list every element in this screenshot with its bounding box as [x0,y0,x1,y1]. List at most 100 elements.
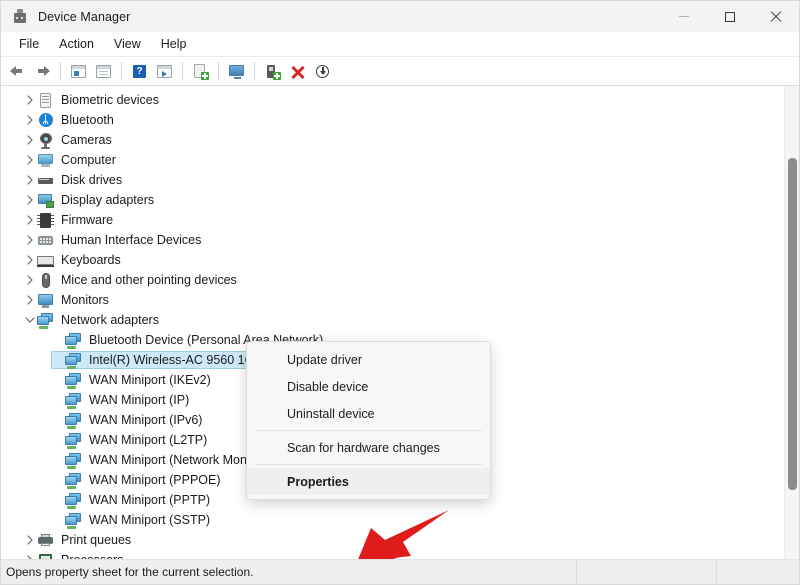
tree-item-label: Firmware [61,213,114,227]
tree-item-label: Bluetooth [61,113,114,127]
status-panel-3 [716,560,799,584]
tree-item[interactable]: WAN Miniport (SSTP) [1,510,784,530]
tree-item[interactable]: Human Interface Devices [1,230,784,250]
properties-button[interactable] [91,59,116,83]
toolbar-separator [254,62,255,80]
bluetooth-icon: ᛦ [37,112,54,129]
network-adapter-icon [65,432,82,449]
network-adapter-icon [65,352,82,369]
tree-item[interactable]: Firmware [1,210,784,230]
keyboard-icon [37,252,54,269]
tree-item[interactable]: Network adapters [1,310,784,330]
chevron-right-icon[interactable] [23,170,37,190]
tree-item[interactable]: Processors [1,550,784,559]
tree-item-label: Keyboards [61,253,121,267]
ctx-scan-hardware[interactable]: Scan for hardware changes [247,434,490,461]
help-button[interactable]: ? [127,59,152,83]
disable-device-icon [314,63,331,80]
biometric-icon [37,92,54,109]
chevron-right-icon[interactable] [23,250,37,270]
chevron-right-icon[interactable] [23,290,37,310]
chevron-right-icon[interactable] [23,230,37,250]
forward-button[interactable] [30,59,55,83]
context-menu: Update driver Disable device Uninstall dev… [246,341,491,500]
scan-hardware-icon [228,63,245,80]
scan-hardware-changes-button[interactable] [224,59,249,83]
tree-item-label: WAN Miniport (IP) [89,393,190,407]
chevron-right-icon[interactable] [23,110,37,130]
context-menu-separator [255,464,482,465]
properties-window-icon [95,63,112,80]
menu-file[interactable]: File [9,34,49,54]
menu-view[interactable]: View [104,34,151,54]
update-driver-button[interactable] [188,59,213,83]
show-hide-console-tree-button[interactable] [66,59,91,83]
scrollbar-thumb[interactable] [788,158,797,490]
status-panel-2 [576,560,716,584]
tree-item-label: Processors [61,553,128,559]
tree-item[interactable]: Cameras [1,130,784,150]
back-button[interactable] [5,59,30,83]
tree-item[interactable]: Display adapters [1,190,784,210]
printer-icon [37,532,54,549]
tree-item[interactable]: Mice and other pointing devices [1,270,784,290]
device-manager-icon [11,8,29,26]
context-menu-label: Uninstall device [287,406,375,421]
menu-help[interactable]: Help [151,34,197,54]
chevron-right-icon[interactable] [23,210,37,230]
device-tree-pane: Biometric devices ᛦ Bluetooth Cameras Comput… [1,86,799,559]
ctx-uninstall-device[interactable]: Uninstall device [247,400,490,427]
tree-item-label: WAN Miniport (PPTP) [89,493,211,507]
tree-item[interactable]: ᛦ Bluetooth [1,110,784,130]
chevron-right-icon[interactable] [23,530,37,550]
chevron-right-icon[interactable] [23,270,37,290]
tree-item[interactable]: Biometric devices [1,90,784,110]
tree-item-label: WAN Miniport (IPv6) [89,413,203,427]
enable-device-button[interactable] [260,59,285,83]
chevron-right-icon[interactable] [23,130,37,150]
tree-item[interactable]: Monitors [1,290,784,310]
tree-item[interactable]: Computer [1,150,784,170]
network-adapter-icon [65,472,82,489]
arrow-left-icon [9,63,26,80]
toolbar: ? [1,57,799,86]
vertical-scrollbar[interactable] [784,86,799,559]
show-hide-action-pane-button[interactable] [152,59,177,83]
tree-item-label: Print queues [61,533,132,547]
chevron-right-icon[interactable] [23,550,37,559]
camera-icon [37,132,54,149]
menu-action[interactable]: Action [49,34,104,54]
context-menu-label: Disable device [287,379,369,394]
chevron-down-icon[interactable] [23,310,37,330]
tree-item[interactable]: Disk drives [1,170,784,190]
chevron-right-icon[interactable] [23,150,37,170]
ctx-disable-device[interactable]: Disable device [247,373,490,400]
network-adapter-icon [65,412,82,429]
ctx-update-driver[interactable]: Update driver [247,346,490,373]
tree-item-label: WAN Miniport (PPPOE) [89,473,221,487]
network-adapter-icon [65,392,82,409]
uninstall-device-button[interactable] [285,59,310,83]
window-title: Device Manager [38,9,131,24]
tree-item-label: WAN Miniport (SSTP) [89,513,211,527]
tree-item[interactable]: Keyboards [1,250,784,270]
maximize-button[interactable] [707,1,753,32]
chevron-right-icon[interactable] [23,90,37,110]
tree-item[interactable]: Print queues [1,530,784,550]
ctx-properties[interactable]: Properties [247,468,490,495]
close-button[interactable] [753,1,799,32]
context-menu-label: Scan for hardware changes [287,440,440,455]
status-message: Opens property sheet for the current sel… [6,565,254,579]
minimize-button[interactable] [661,1,707,32]
hid-icon [37,232,54,249]
mouse-icon [37,272,54,289]
tree-item-label: Cameras [61,133,112,147]
chevron-right-icon[interactable] [23,190,37,210]
disable-device-button[interactable] [310,59,335,83]
network-adapter-icon [65,492,82,509]
